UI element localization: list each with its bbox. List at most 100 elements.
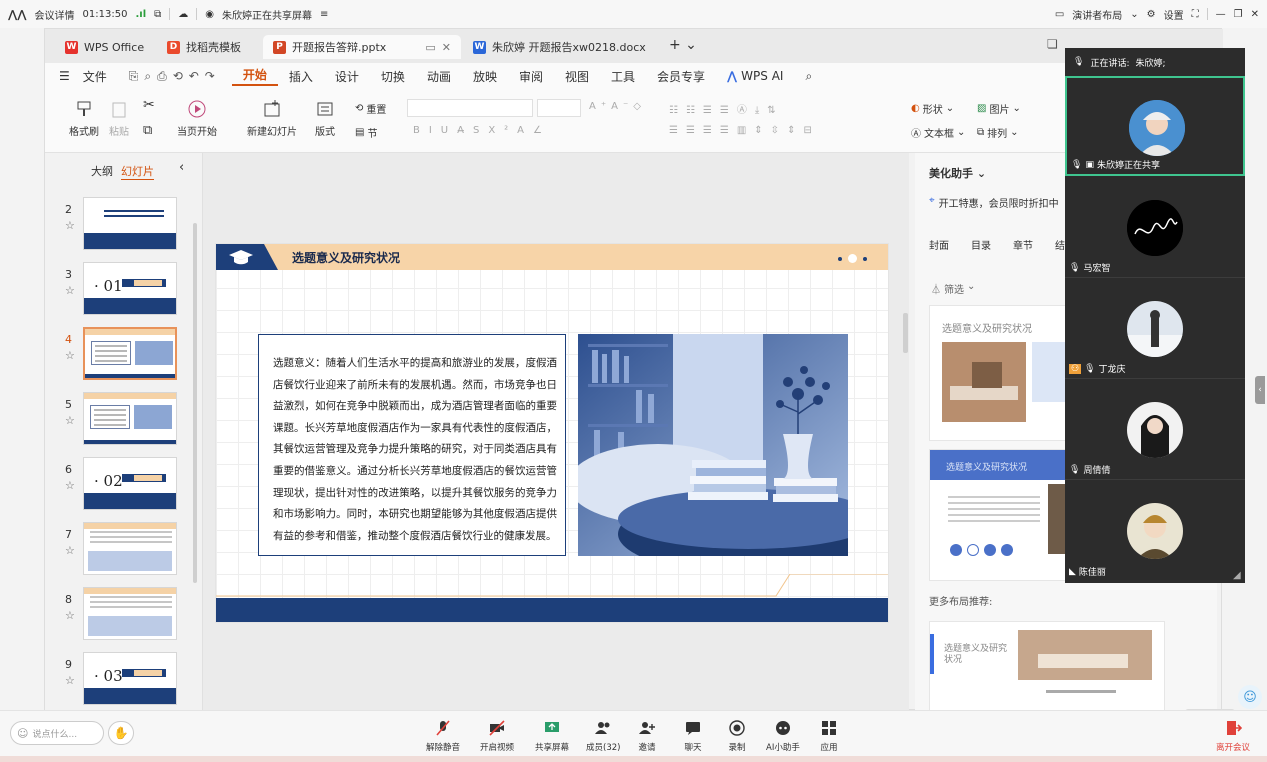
new-slide-button[interactable]: 新建幻灯片 (247, 99, 297, 138)
promo-banner[interactable]: ⌖ 开工特惠，会员限时折扣中 (929, 195, 1059, 210)
format-painter-button[interactable]: 格式刷 (69, 99, 99, 138)
list-buttons[interactable]: ☷☷☰☰Ⓐ⤓⇅ (669, 101, 784, 116)
font-style-buttons[interactable]: BIUA̶SX²A∠ (413, 125, 551, 136)
menu-lines-icon[interactable]: ≡ (320, 9, 328, 20)
cat-end[interactable]: 结 (1055, 237, 1065, 252)
participant-tile[interactable]: 🎙 马宏智 (1065, 178, 1245, 278)
shape-button[interactable]: ◐ 形状 ⌄ (911, 101, 954, 116)
font-family-select[interactable] (407, 99, 533, 117)
leave-meeting-button[interactable]: 离开会议 (1216, 719, 1250, 753)
menu-transition[interactable]: 切换 (370, 68, 416, 85)
side-expand-icon[interactable]: ‹ (1255, 376, 1265, 404)
tab-outline[interactable]: 大纲 (91, 163, 113, 179)
slide-thumbnail[interactable]: · 02 (83, 457, 177, 510)
record-button[interactable]: 录制 (728, 719, 746, 753)
tab-close-icon[interactable]: ✕ (442, 41, 451, 54)
collapse-panel-icon[interactable]: ‹ (179, 160, 184, 175)
star-icon[interactable]: ☆ (65, 479, 75, 492)
star-icon[interactable]: ☆ (65, 219, 75, 232)
layout-card-3[interactable]: 选题意义及研究状况 (929, 621, 1165, 711)
layout-card-2[interactable]: 选题意义及研究状况 (929, 449, 1070, 581)
raise-hand-icon[interactable]: ✋ (108, 721, 134, 745)
external-icon[interactable]: ⧉ (154, 9, 161, 20)
section-button[interactable]: ▤ 节 (355, 125, 377, 140)
menu-review[interactable]: 审阅 (508, 68, 554, 85)
menu-file[interactable]: 文件 (81, 68, 118, 85)
new-tab-icon[interactable]: + ⌄ (669, 37, 697, 53)
picture-button[interactable]: ▨ 图片 ⌄ (977, 101, 1021, 116)
copy-icon[interactable]: ⧉ (143, 123, 152, 138)
cat-chapter[interactable]: 章节 (1013, 237, 1033, 252)
presenter-layout-button[interactable]: 演讲者布局 (1072, 7, 1122, 22)
star-icon[interactable]: ☆ (65, 609, 75, 622)
menu-tools[interactable]: 工具 (600, 68, 646, 85)
star-icon[interactable]: ☆ (65, 414, 75, 427)
slide-thumbnail[interactable] (83, 522, 177, 575)
star-icon[interactable]: ☆ (65, 349, 75, 362)
chevron-down-icon[interactable]: ⌄ (1130, 9, 1138, 20)
tab-wps-office[interactable]: W WPS Office (55, 35, 159, 59)
slide-body-text[interactable]: 选题意义：随着人们生活水平的提高和旅游业的发展，度假酒店餐饮行业迎来了前所未有的… (258, 334, 566, 556)
window-layout-icon[interactable]: ❏ (1047, 37, 1058, 51)
start-video-button[interactable]: 开启视频 (480, 719, 514, 753)
search-icon[interactable]: ⌕ (794, 69, 823, 84)
canvas-scrollbar[interactable] (903, 313, 908, 353)
unmute-button[interactable]: 解除静音 (426, 719, 460, 753)
textbox-button[interactable]: Ⓐ 文本框 ⌄ (911, 125, 965, 140)
close-icon[interactable]: ✕ (1251, 9, 1259, 20)
panel-scrollbar[interactable] (193, 223, 197, 583)
font-size-grow-shrink[interactable]: A⁺A⁻◇ (589, 101, 646, 112)
minimize-icon[interactable]: — (1216, 9, 1226, 20)
reset-button[interactable]: ⟲ 重置 (355, 101, 386, 116)
apps-button[interactable]: 应用 (820, 719, 838, 753)
paste-button[interactable]: 粘贴 (109, 99, 129, 138)
settings-button[interactable]: 设置 (1164, 7, 1184, 22)
participant-tile[interactable]: ◣ 陈佳丽 (1065, 481, 1245, 581)
tab-pptx[interactable]: P 开题报告答辩.pptx ▭ ✕ (263, 35, 461, 59)
menu-insert[interactable]: 插入 (278, 68, 324, 85)
chat-button[interactable]: 聊天 (684, 719, 702, 753)
cut-icon[interactable]: ✂ (143, 97, 155, 113)
layout-button[interactable]: 版式 (315, 99, 335, 138)
slide-thumbnail[interactable] (83, 392, 177, 445)
slide-thumbnail[interactable] (83, 327, 177, 380)
members-button[interactable]: 成员(32) (586, 719, 620, 753)
invite-button[interactable]: 邀请 (638, 719, 656, 753)
tab-slides[interactable]: 幻灯片 (121, 163, 154, 180)
menu-lines-icon[interactable]: ☰ (59, 69, 81, 83)
menu-slideshow[interactable]: 放映 (462, 68, 508, 85)
menu-animation[interactable]: 动画 (416, 68, 462, 85)
filter-button[interactable]: ⏃ 筛选 ⌄ (931, 281, 975, 296)
share-screen-button[interactable]: 共享屏幕 (535, 719, 569, 753)
from-current-button[interactable]: 当页开始 (177, 99, 217, 138)
star-icon[interactable]: ☆ (65, 284, 75, 297)
menu-home[interactable]: 开始 (231, 66, 278, 86)
layout-card-1[interactable]: 选题意义及研究状况 (929, 305, 1072, 441)
fullscreen-icon[interactable]: ⛶ (1192, 9, 1199, 20)
chat-input[interactable]: ☺ 说点什么... (10, 721, 104, 745)
star-icon[interactable]: ☆ (65, 544, 75, 557)
gear-icon[interactable]: ⚙ (1147, 9, 1156, 20)
menu-design[interactable]: 设计 (324, 68, 370, 85)
arrange-button[interactable]: ⧉ 排列 ⌄ (977, 125, 1019, 140)
menu-view[interactable]: 视图 (554, 68, 600, 85)
slide-picture[interactable] (578, 334, 848, 556)
cat-toc[interactable]: 目录 (971, 237, 991, 252)
star-icon[interactable]: ☆ (65, 674, 75, 687)
participant-tile[interactable]: 🎙 周倩倩 (1065, 380, 1245, 480)
restore-icon[interactable]: ❐ (1234, 9, 1243, 20)
tab-template[interactable]: D 找稻壳模板 (157, 35, 257, 59)
menu-member[interactable]: 会员专享 (646, 68, 716, 85)
align-buttons[interactable]: ☰☰☰☰▥⇕⇳⇕⊟ (669, 125, 820, 136)
slide-thumbnail[interactable]: · 01 (83, 262, 177, 315)
tab-docx[interactable]: W 朱欣婷 开题报告xw0218.docx (463, 35, 661, 59)
participant-tile[interactable]: ⚇ 🎙 丁龙庆 (1065, 279, 1245, 379)
layout-icon[interactable]: ▭ (1055, 9, 1064, 20)
meeting-details-link[interactable]: 会议详情 (35, 7, 75, 22)
font-size-select[interactable] (537, 99, 581, 117)
resize-handle-icon[interactable]: ◢ (1233, 570, 1241, 581)
slide-thumbnail[interactable]: · 03 (83, 652, 177, 705)
menu-wps-ai[interactable]: ⋀ WPS AI (716, 69, 794, 83)
cat-cover[interactable]: 封面 (929, 237, 949, 252)
ai-assistant-button[interactable]: AI小助手 (766, 719, 800, 753)
